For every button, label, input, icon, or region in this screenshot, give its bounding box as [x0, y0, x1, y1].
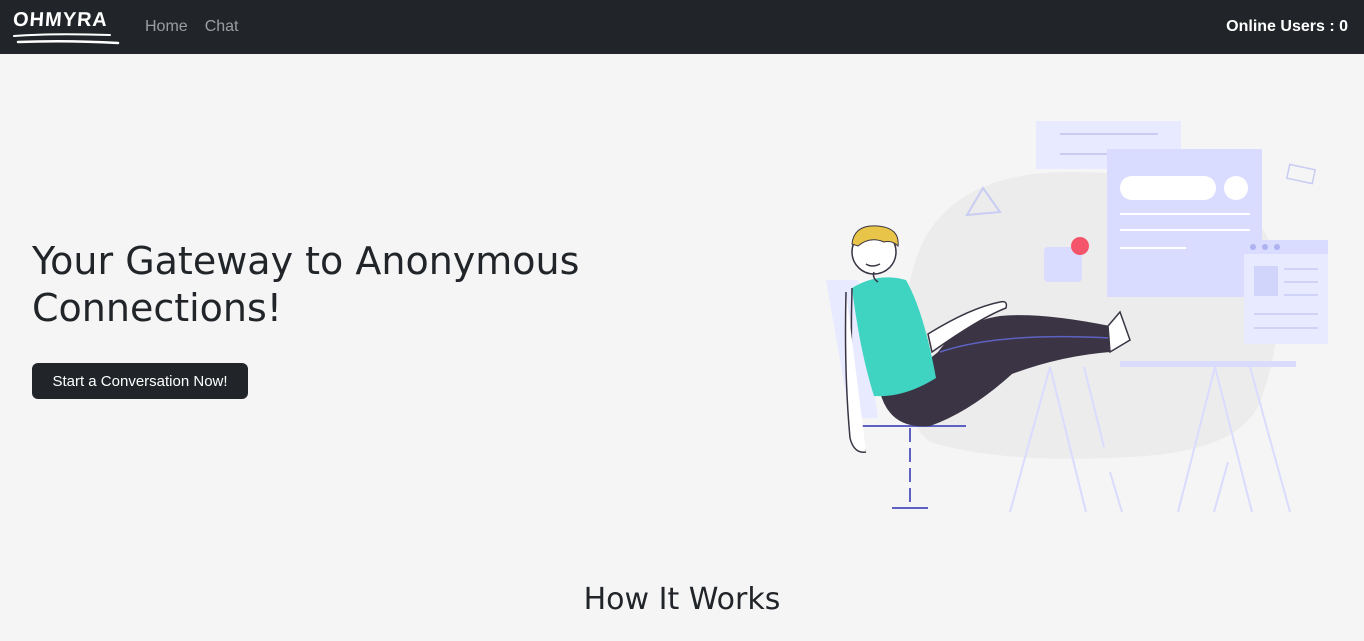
chat-panel-icon: [1107, 149, 1262, 297]
person-at-desk-illustration: [826, 121, 1328, 513]
brand-logo[interactable]: OHMYRA: [12, 6, 120, 48]
desk-icon: [1120, 361, 1296, 367]
navbar: OHMYRA Home Chat Online Users : 0: [0, 0, 1364, 54]
nav-link-home[interactable]: Home: [145, 18, 188, 36]
hero-title: Your Gateway to Anonymous Connections!: [32, 239, 580, 330]
online-users-counter: Online Users : 0: [1226, 18, 1348, 35]
notification-dot-icon: [1071, 237, 1089, 255]
start-conversation-button[interactable]: Start a Conversation Now!: [32, 363, 248, 399]
nav-links: Home Chat: [145, 0, 255, 54]
how-it-works-title: How It Works: [583, 582, 781, 617]
nav-link-chat[interactable]: Chat: [205, 18, 239, 36]
brand-underline-icon: [13, 33, 120, 45]
